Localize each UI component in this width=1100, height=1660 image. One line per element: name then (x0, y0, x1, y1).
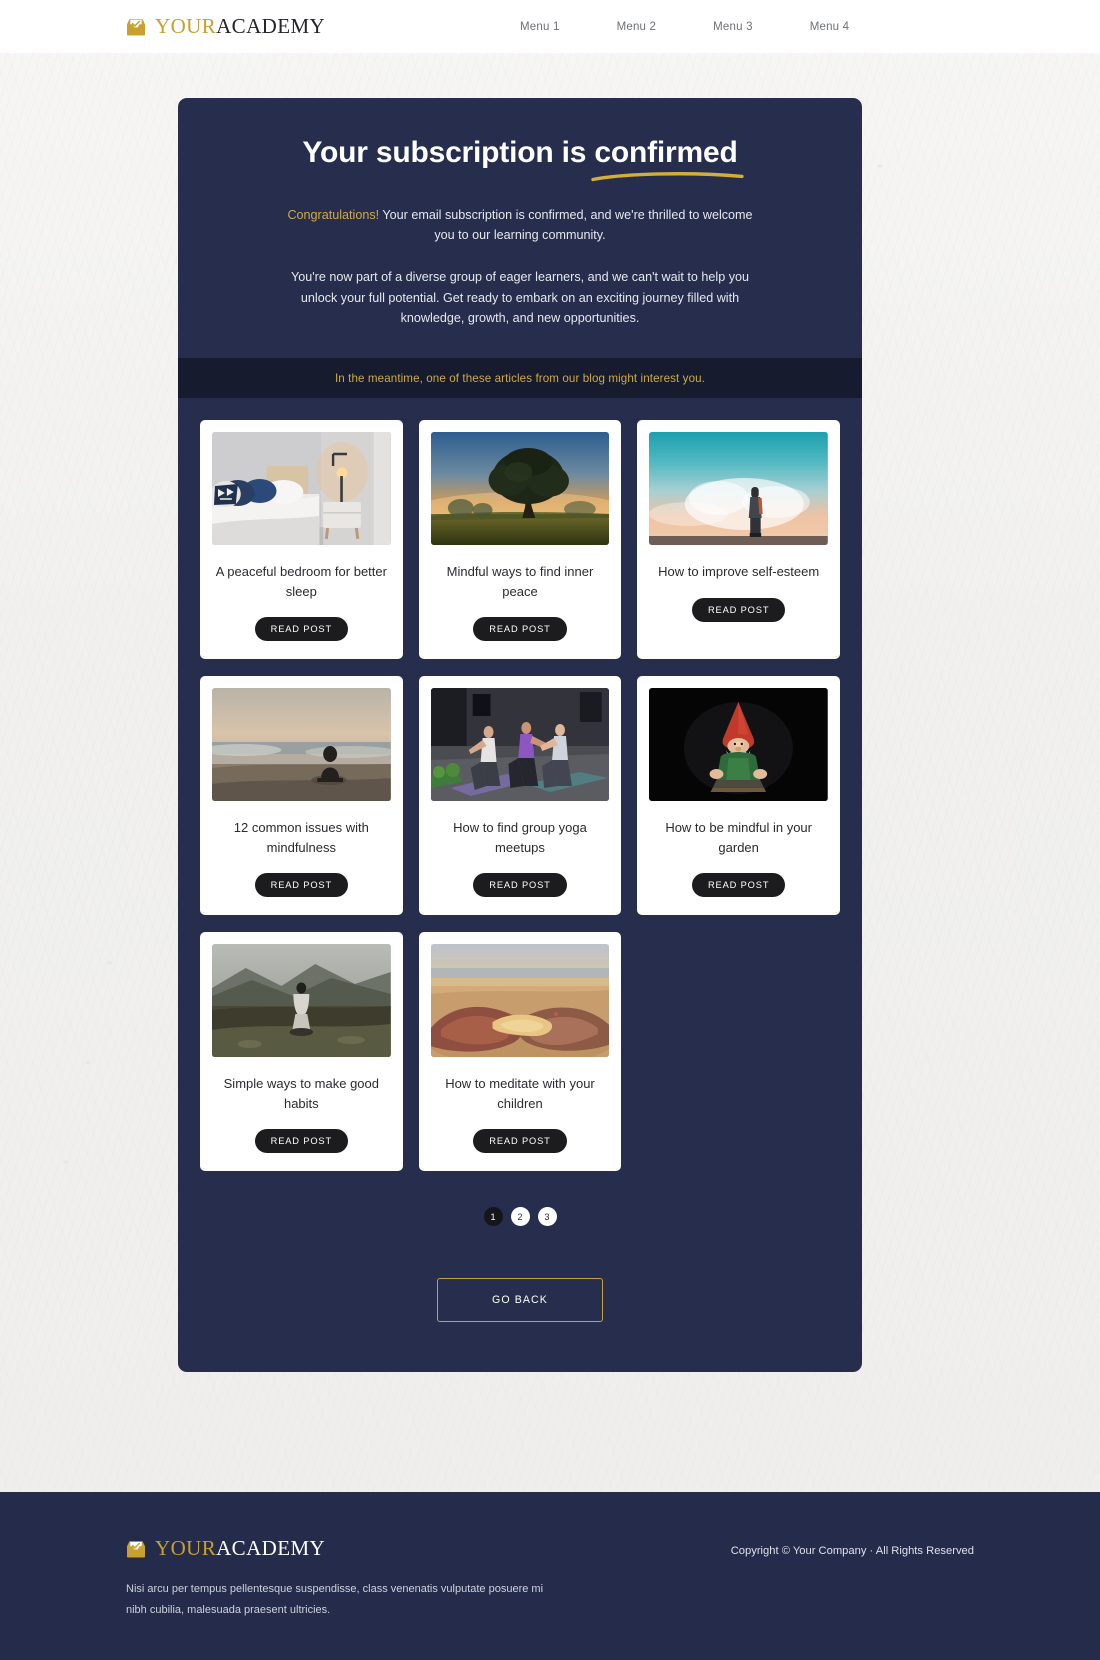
pagination-page-3[interactable]: 3 (537, 1207, 557, 1227)
footer-top-row: YOURACADEMY Copyright © Your Company · A… (126, 1536, 974, 1561)
inbox-envelope-icon (126, 18, 146, 36)
footer-logo[interactable]: YOURACADEMY (126, 1536, 325, 1561)
footer-logo-text: YOURACADEMY (155, 1536, 325, 1561)
article-title: How to meditate with your children (445, 1076, 595, 1111)
read-post-button[interactable]: READ POST (254, 873, 349, 898)
person-on-mountain-photo (212, 944, 391, 1058)
footer-copyright: Copyright © Your Company · All Rights Re… (730, 1545, 974, 1557)
pagination: 1 2 3 (178, 1171, 862, 1227)
tree-field-sunrise-photo (430, 432, 610, 546)
intro-paragraph-2: You're now part of a diverse group of ea… (291, 270, 749, 326)
header-logo[interactable]: YOURACADEMY (126, 14, 325, 39)
article-card[interactable]: Simple ways to make good habits READ POS… (200, 932, 403, 1172)
article-card[interactable]: How to meditate with your children READ … (418, 932, 622, 1172)
grid-empty-cell (637, 932, 840, 1171)
blog-suggestion-text: In the meantime, one of these articles f… (334, 372, 705, 386)
underline-swoosh-icon (591, 171, 745, 181)
logo-word-your: YOUR (155, 14, 217, 38)
go-back-button[interactable]: GO BACK (437, 1278, 603, 1323)
headline-emphasis: confirmed (594, 136, 738, 169)
read-post-button[interactable]: READ POST (691, 597, 786, 622)
read-post-button[interactable]: READ POST (473, 1129, 567, 1154)
site-header: YOURACADEMY Menu 1 Menu 2 Menu 3 Menu 4 (0, 0, 1100, 53)
main-navigation: Menu 1 Menu 2 Menu 3 Menu 4 (520, 0, 849, 53)
logo-word-academy: ACADEMY (216, 1536, 326, 1560)
article-card[interactable]: A peaceful bedroom for better sleep READ… (200, 420, 403, 660)
logo-word-academy: ACADEMY (216, 14, 326, 38)
article-card-grid: A peaceful bedroom for better sleep READ… (178, 398, 862, 1172)
article-title: Simple ways to make good habits (223, 1076, 379, 1111)
pagination-page-1[interactable]: 1 (483, 1207, 503, 1227)
intro-paragraph-1-rest: Your email subscription is confirmed, an… (379, 207, 753, 242)
article-card[interactable]: 12 common issues with mindfulness READ P… (200, 676, 403, 916)
nav-item-menu-4[interactable]: Menu 4 (810, 21, 850, 33)
inbox-envelope-icon (126, 1540, 146, 1558)
read-post-button[interactable]: READ POST (254, 1129, 349, 1154)
article-title: Mindful ways to find inner peace (446, 564, 594, 599)
header-logo-text: YOURACADEMY (155, 14, 325, 39)
logo-word-your: YOUR (155, 1536, 217, 1560)
yoga-class-photo (430, 688, 610, 802)
pagination-page-2[interactable]: 2 (510, 1207, 530, 1227)
blog-suggestion-strip: In the meantime, one of these articles f… (178, 358, 862, 399)
congratulations-text: Congratulations! (287, 207, 380, 222)
confirmation-panel: Your subscription is confirmed Congratul… (178, 98, 862, 1373)
article-title: How to be mindful in your garden (665, 820, 812, 855)
bedroom-photo (212, 432, 391, 546)
nav-item-menu-1[interactable]: Menu 1 (520, 21, 560, 33)
nav-item-menu-2[interactable]: Menu 2 (617, 21, 657, 33)
garden-gnome-meditating-photo (649, 688, 828, 802)
hands-on-beach-photo (430, 944, 610, 1058)
page-title: Your subscription is confirmed (302, 136, 745, 181)
go-back-section: GO BACK (178, 1226, 862, 1372)
read-post-button[interactable]: READ POST (473, 873, 567, 898)
read-post-button[interactable]: READ POST (691, 873, 786, 898)
panel-header-section: Your subscription is confirmed Congratul… (178, 98, 862, 358)
article-card[interactable]: How to be mindful in your garden READ PO… (637, 676, 840, 916)
site-footer: YOURACADEMY Copyright © Your Company · A… (0, 1492, 1100, 1660)
article-card[interactable]: How to improve self-esteem READ POST (637, 420, 840, 660)
page-root: YOURACADEMY Menu 1 Menu 2 Menu 3 Menu 4 … (0, 0, 1100, 1660)
headline-emphasis-wrap: confirmed (591, 136, 745, 181)
footer-description: Nisi arcu per tempus pellentesque suspen… (126, 1583, 544, 1617)
article-title: How to improve self-esteem (658, 564, 820, 580)
article-title: How to find group yoga meetups (453, 820, 587, 855)
article-title: A peaceful bedroom for better sleep (215, 564, 387, 599)
nav-item-menu-3[interactable]: Menu 3 (713, 21, 753, 33)
article-title: 12 common issues with mindfulness (233, 820, 369, 855)
headline-lead: Your subscription is (302, 136, 595, 169)
intro-paragraph-1: Congratulations! Your email subscription… (276, 205, 764, 246)
person-standing-sky-photo (649, 432, 828, 546)
article-card[interactable]: Mindful ways to find inner peace READ PO… (418, 420, 622, 660)
person-sitting-beach-photo (212, 688, 391, 802)
read-post-button[interactable]: READ POST (254, 617, 349, 642)
article-card[interactable]: How to find group yoga meetups READ POST (418, 676, 622, 916)
read-post-button[interactable]: READ POST (473, 617, 567, 642)
